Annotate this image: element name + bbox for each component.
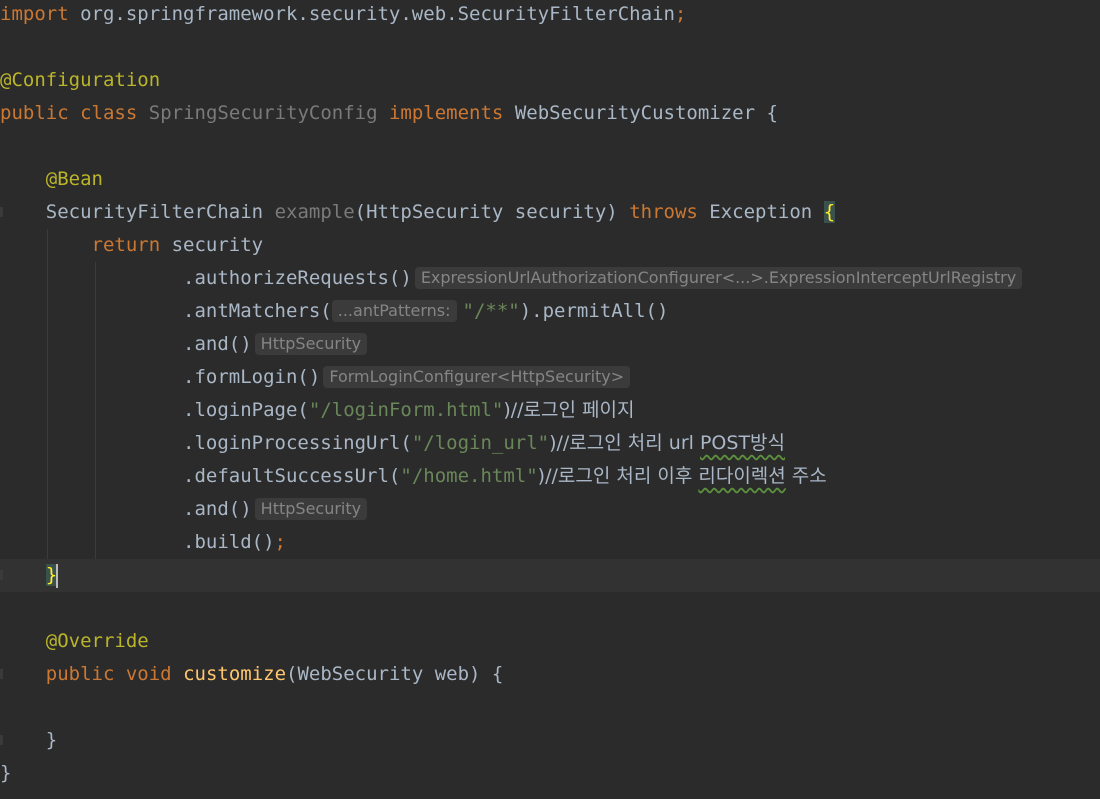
class-close-brace: } (0, 762, 12, 784)
security-variable: security (171, 234, 264, 256)
form-login-call: .formLogin() (183, 366, 321, 388)
code-line-bean[interactable]: @Bean (0, 163, 1100, 196)
type-hint-http-security: HttpSecurity (254, 333, 368, 355)
login-page-open: .loginPage( (183, 399, 309, 421)
default-success-open: .defaultSuccessUrl( (183, 465, 401, 487)
indent-guide (95, 427, 96, 460)
gutter-fold-marker[interactable] (0, 735, 3, 745)
interface-name: WebSecurityCustomizer (514, 102, 756, 124)
code-line-default-success[interactable]: .defaultSuccessUrl("/home.html")//로그인 처리… (0, 460, 1100, 493)
login-processing-comment: )//로그인 처리 url (549, 432, 700, 454)
throws-keyword: throws (629, 201, 698, 223)
code-line-class-declaration[interactable]: public class SpringSecurityConfig implem… (0, 97, 1100, 130)
code-line-form-login[interactable]: .formLogin() FormLoginConfigurer<HttpSecu… (0, 361, 1100, 394)
import-semicolon: ; (674, 3, 687, 25)
indent-guide (47, 328, 48, 361)
implements-keyword: implements (388, 102, 504, 124)
configuration-annotation: @Configuration (0, 69, 161, 91)
type-hint-form-login: FormLoginConfigurer<HttpSecurity> (323, 366, 631, 388)
code-line-customize-signature[interactable]: public void customize(WebSecurity web) { (0, 658, 1100, 691)
permit-all-call: ).permitAll() (519, 300, 669, 322)
default-success-string: "/home.html" (400, 465, 538, 487)
param-hint-ant-patterns: ...antPatterns: (331, 300, 457, 322)
override-annotation: @Override (45, 630, 149, 652)
import-path: org.springframework.security.web.Securit… (68, 3, 675, 25)
default-success-comment: )//로그인 처리 이후 (537, 465, 699, 487)
code-line-import[interactable]: import org.springframework.security.web.… (0, 0, 1100, 31)
bean-annotation: @Bean (45, 168, 103, 190)
default-success-comment-redirect: 리다이렉션 (698, 465, 786, 487)
customize-method-name: customize (183, 663, 287, 685)
method-open-brace-highlight: { (823, 201, 836, 223)
code-line-override[interactable]: @Override (0, 625, 1100, 658)
default-success-comment-tail: 주소 (785, 465, 827, 487)
return-keyword: return (91, 234, 161, 256)
and-call: .and() (183, 333, 252, 355)
customize-close-brace: } (45, 729, 58, 751)
login-processing-comment-post: POST방식 (699, 432, 786, 454)
gutter-fold-marker[interactable] (0, 669, 3, 679)
indent-guide (47, 427, 48, 460)
indent-guide (95, 493, 96, 526)
indent-guide (47, 394, 48, 427)
login-processing-string: "/login_url" (411, 432, 550, 454)
customize-params: (WebSecurity web) { (286, 663, 504, 685)
exception-type: Exception (709, 201, 813, 223)
gutter-fold-marker[interactable] (0, 207, 3, 217)
code-line-customize-close[interactable]: } (0, 724, 1100, 757)
return-type: SecurityFilterChain (45, 201, 264, 223)
indent-guide (95, 262, 96, 295)
code-line-method-close[interactable]: } (0, 559, 1100, 592)
code-line-class-close[interactable]: } (0, 757, 1100, 790)
indent-guide (47, 229, 48, 262)
text-caret (56, 563, 59, 588)
type-hint-authorize: ExpressionUrlAuthorizationConfigurer<...… (414, 267, 1023, 289)
class-name: SpringSecurityConfig (148, 102, 378, 124)
void-keyword: void (125, 663, 172, 685)
ant-pattern-string: "/**" (462, 300, 520, 322)
code-line-and-2[interactable]: .and() HttpSecurity (0, 493, 1100, 526)
indent-guide (47, 295, 48, 328)
authorize-requests-call: .authorizeRequests() (183, 267, 412, 289)
login-processing-open: .loginProcessingUrl( (183, 432, 412, 454)
class-keyword: class (80, 102, 138, 124)
code-line-build[interactable]: .build(); (0, 526, 1100, 559)
indent-guide (47, 526, 48, 559)
code-line-configuration[interactable]: @Configuration (0, 64, 1100, 97)
indent-guide (95, 526, 96, 559)
method-params: (HttpSecurity security) (354, 201, 618, 223)
and-call: .and() (183, 498, 252, 520)
build-call: .build() (183, 531, 275, 553)
code-line-method-signature[interactable]: SecurityFilterChain example(HttpSecurity… (0, 196, 1100, 229)
code-line-login-page[interactable]: .loginPage("/loginForm.html")//로그인 페이지 (0, 394, 1100, 427)
indent-guide (47, 460, 48, 493)
code-line-and-1[interactable]: .and() HttpSecurity (0, 328, 1100, 361)
type-hint-http-security: HttpSecurity (254, 498, 368, 520)
import-keyword: import (0, 3, 69, 25)
indent-guide (95, 328, 96, 361)
indent-guide (95, 361, 96, 394)
gutter-fold-marker[interactable] (0, 570, 3, 580)
code-line-login-processing[interactable]: .loginProcessingUrl("/login_url")//로그인 처… (0, 427, 1100, 460)
indent-guide (95, 295, 96, 328)
ant-matchers-open: .antMatchers( (183, 300, 332, 322)
indent-guide (47, 262, 48, 295)
indent-guide (95, 460, 96, 493)
indent-guide (95, 394, 96, 427)
code-editor[interactable]: import org.springframework.security.web.… (0, 0, 1100, 799)
code-line-return[interactable]: return security (0, 229, 1100, 262)
public-keyword: public (0, 102, 69, 124)
indent-guide (47, 493, 48, 526)
indent-guide (47, 361, 48, 394)
class-open-brace: { (766, 102, 778, 124)
login-page-string: "/loginForm.html" (308, 399, 504, 421)
build-semicolon: ; (274, 531, 286, 553)
method-name: example (274, 201, 355, 223)
login-page-comment: )//로그인 페이지 (503, 399, 635, 421)
code-line-authorize-requests[interactable]: .authorizeRequests() ExpressionUrlAuthori… (0, 262, 1100, 295)
public-keyword: public (45, 663, 115, 685)
code-line-ant-matchers[interactable]: .antMatchers(...antPatterns: "/**").permi… (0, 295, 1100, 328)
